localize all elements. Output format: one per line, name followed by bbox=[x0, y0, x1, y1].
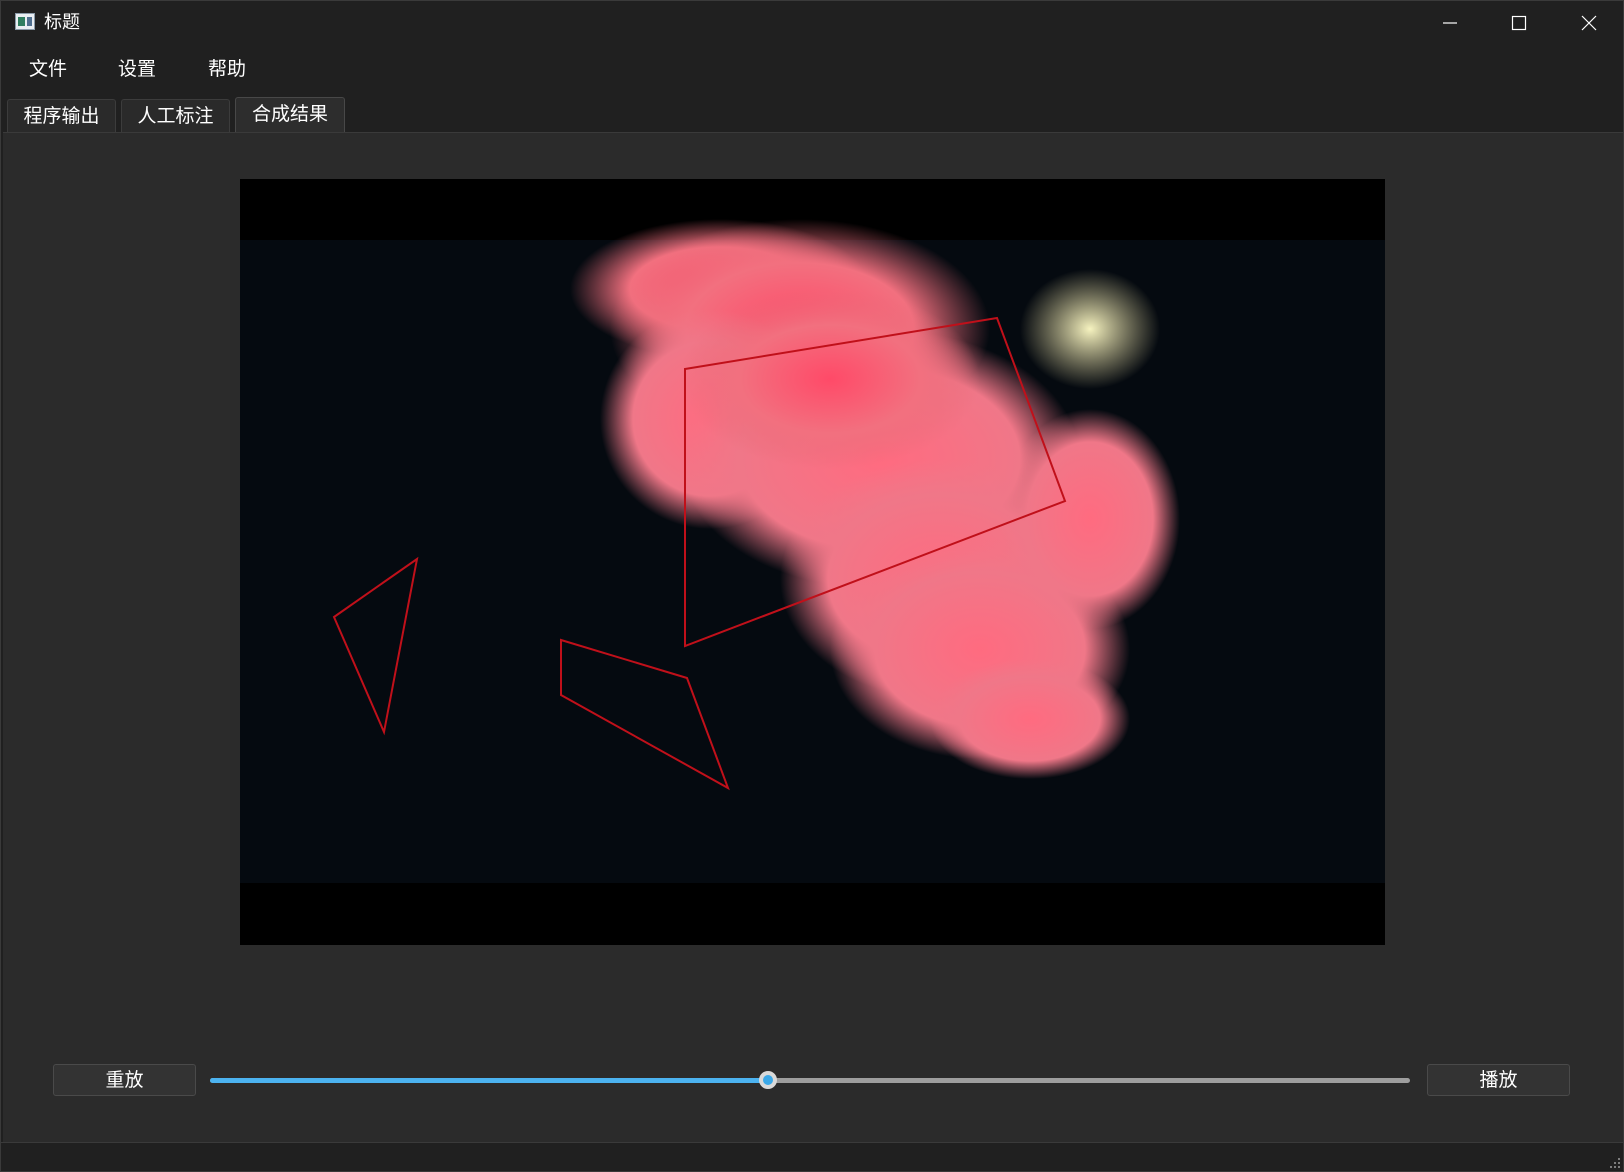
menu-settings[interactable]: 设置 bbox=[114, 55, 160, 83]
menu-file[interactable]: 文件 bbox=[25, 55, 71, 83]
tab-manual-annotation[interactable]: 人工标注 bbox=[121, 99, 230, 133]
close-button[interactable] bbox=[1554, 1, 1623, 45]
maximize-button[interactable] bbox=[1484, 1, 1554, 45]
slider-handle[interactable] bbox=[759, 1071, 777, 1089]
video-canvas bbox=[240, 179, 1385, 945]
tab-bar: 程序输出 人工标注 合成结果 bbox=[1, 97, 1623, 133]
maximize-icon bbox=[1511, 15, 1527, 31]
main-window: 标题 文件 设置 帮助 程序输出 人工标注 合成结果 重放 播放 bbox=[0, 0, 1624, 1172]
minimize-button[interactable] bbox=[1415, 1, 1485, 45]
menu-bar: 文件 设置 帮助 bbox=[1, 49, 1623, 89]
slider-progress bbox=[210, 1078, 768, 1083]
tab-program-output[interactable]: 程序输出 bbox=[7, 99, 116, 133]
status-bar bbox=[1, 1142, 1623, 1171]
replay-button[interactable]: 重放 bbox=[53, 1064, 196, 1096]
menu-help[interactable]: 帮助 bbox=[204, 55, 250, 83]
minimize-icon bbox=[1443, 22, 1457, 24]
window-title: 标题 bbox=[44, 12, 80, 33]
close-icon bbox=[1581, 15, 1597, 31]
tab-composite-result[interactable]: 合成结果 bbox=[235, 97, 345, 133]
tab-content-pane: 重放 播放 bbox=[3, 132, 1623, 1142]
resize-grip-icon[interactable] bbox=[1609, 1157, 1621, 1169]
video-frame bbox=[240, 179, 1385, 945]
title-bar[interactable]: 标题 bbox=[1, 1, 1623, 45]
play-button[interactable]: 播放 bbox=[1427, 1064, 1570, 1096]
app-icon bbox=[15, 13, 35, 30]
playback-slider[interactable] bbox=[210, 1070, 1410, 1090]
